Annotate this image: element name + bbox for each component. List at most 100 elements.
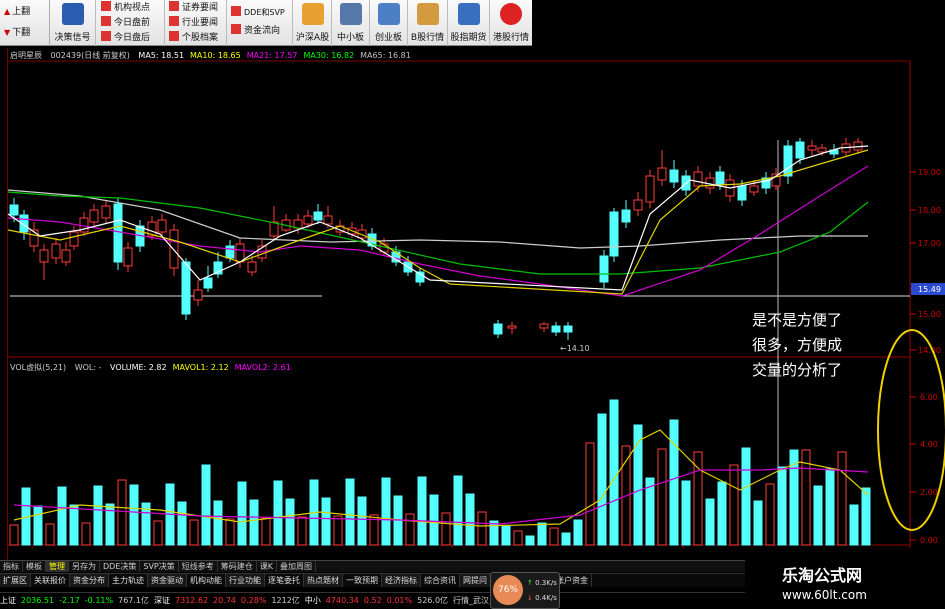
volume-bar [537,522,547,546]
volume-bar [261,517,271,546]
status-item: 0.01% [386,596,413,605]
date-label: 2014年 [10,546,38,548]
volume-bar [9,524,19,546]
extension-tab[interactable]: 网提问 [460,574,491,587]
candle-body [203,277,213,289]
candle-body [669,169,679,183]
kline-chart[interactable]: 19.00 18.00 17.00 15.49 15.00 14.00 6.00 4.00 2.… [0,0,945,548]
candle-body [817,147,827,153]
volume-bar [657,448,667,546]
status-item: 1212亿 [271,596,300,605]
candle-body [101,205,111,219]
candle-body [609,211,619,257]
indicator-tab[interactable]: 模板 [23,561,46,572]
volume-bar [525,535,535,546]
annotation-line: 交量的分析了 [752,361,843,379]
extension-tab[interactable]: 综合资讯 [421,574,460,587]
volume-bar [225,518,235,546]
extension-tab[interactable]: 经济指标 [382,574,421,587]
volume-bar [93,485,103,546]
network-widget: 76% ↑ 0.3K/s ↓ 0.4K/s [490,572,560,609]
indicator-tab[interactable]: 管理 [46,561,69,572]
status-item: 上证 [0,596,16,605]
volume-bar [273,480,283,546]
candle-body [715,171,725,185]
candle-body [599,255,609,283]
indicator-tab[interactable]: 筹码建仓 [218,561,257,572]
indicator-tab[interactable]: 指标 [0,561,23,572]
indicator-tab[interactable]: SVP决策 [140,561,179,572]
volume-bar [465,493,475,546]
candle-body [123,247,133,267]
volume-bar [177,501,187,546]
candle-body [807,145,817,151]
candle-body [169,229,179,269]
volume-bar [45,523,55,546]
extension-tabs: 扩展区 关联报价 资金分布 主力轨迹 资金驱动 机构动能 行业功能 逐笔委托 热点题材 一致预期经… [0,573,745,587]
volume-bar [489,520,499,546]
indicator-tab[interactable]: 叠加周图 [277,561,316,572]
extension-tab[interactable]: 机构动能 [187,574,226,587]
extension-tab[interactable]: 一致预期 [343,574,382,587]
date-label: 6 [686,547,691,548]
extension-tab[interactable]: 逐笔委托 [265,574,304,587]
extension-tab[interactable]: 资金分布 [70,574,109,587]
extension-tab[interactable]: 关联报价 [31,574,70,587]
volume-bar [561,532,571,546]
volume-bar [285,498,295,546]
volume-bar [597,413,607,546]
vol-label: 4.00 [920,440,938,449]
candle-body [113,203,123,263]
volume-bar [777,466,787,546]
volume-bar [189,519,199,546]
volume-bar [453,475,463,546]
status-item: 4740.34 [325,596,359,605]
price-label: 14.00 [918,346,941,355]
volume-bar [357,496,367,546]
vol-value: VOLUME: 2.82 [110,363,167,372]
volume-bar [825,468,835,546]
volume-bar [717,481,727,546]
volume-bar [813,485,823,546]
extension-tab[interactable]: 扩展区 [0,574,31,587]
upload-speed: 0.3K/s [535,579,557,587]
vol-name: VOL虚拟(5,21) [10,363,67,372]
status-bar: 上证 2036.51 -2.17 -0.11% 767.1亿 深证 7312.62 20.74… [0,592,745,609]
price-label: 17.00 [918,239,941,248]
extension-tab[interactable]: 主力轨迹 [109,574,148,587]
candle-body [269,221,279,237]
extension-tab[interactable]: 热点题材 [304,574,343,587]
extension-tab[interactable]: 行业功能 [226,574,265,587]
volume-bar [213,500,223,546]
annotation-line: 是不是方便了 [752,311,843,329]
candle-body [737,185,747,201]
indicator-tab[interactable]: 课K [257,561,277,572]
price-label: 15.49 [918,285,941,294]
volume-bar [681,480,691,546]
indicator-tab[interactable]: 另存为 [69,561,100,572]
volume-bar [117,479,127,546]
candle-body [247,261,257,273]
candle-body [89,209,99,223]
volume-bar [861,487,871,546]
watermark-title: 乐淘公式网 [782,566,863,585]
extension-tab[interactable]: 资金驱动 [148,574,187,587]
candle-body [391,251,401,263]
indicator-tab[interactable]: DDE决策 [100,561,141,572]
candle-body [795,141,805,159]
status-item: -2.17 [59,596,80,605]
candle-body [181,261,191,315]
candle-body [313,211,323,221]
volume-bar [237,481,247,546]
candle-body [633,199,643,211]
status-item: -0.11% [84,596,114,605]
vol-label: 2.00 [920,488,938,497]
volume-bar [573,519,583,546]
candle-body [225,245,235,259]
status-item: 0.52 [363,596,382,605]
vol-value: MAVOL2: 2.61 [234,363,291,372]
volume-bar [249,499,259,546]
annotation-text: 是不是方便了 很多，方便成 交量的分析了 [752,308,882,383]
volume-bar [297,516,307,546]
indicator-tab[interactable]: 短线参考 [179,561,218,572]
